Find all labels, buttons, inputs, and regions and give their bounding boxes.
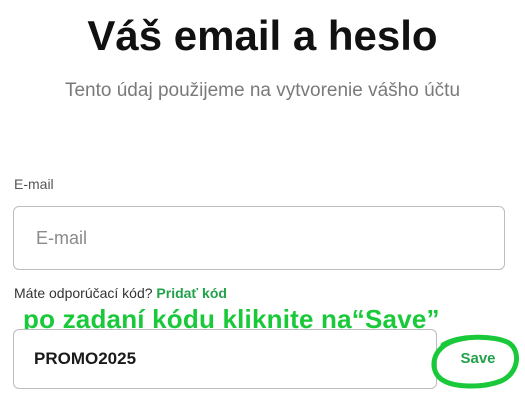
page-title: Váš email a heslo	[87, 12, 438, 59]
referral-row: Máte odporúčací kód? Pridať kód	[14, 284, 227, 302]
email-field-label: E-mail	[14, 176, 54, 192]
page-subtitle: Tento údaj použijeme na vytvorenie vášho…	[64, 80, 461, 101]
referral-question: Máte odporúčací kód?	[14, 285, 157, 301]
add-referral-code-link[interactable]: Pridať kód	[156, 285, 227, 301]
save-button[interactable]: Save	[452, 347, 504, 371]
email-field[interactable]	[13, 206, 505, 270]
promo-code-input[interactable]	[13, 329, 437, 389]
registration-form-page: Váš email a heslo Tento údaj použijeme n…	[0, 0, 525, 414]
